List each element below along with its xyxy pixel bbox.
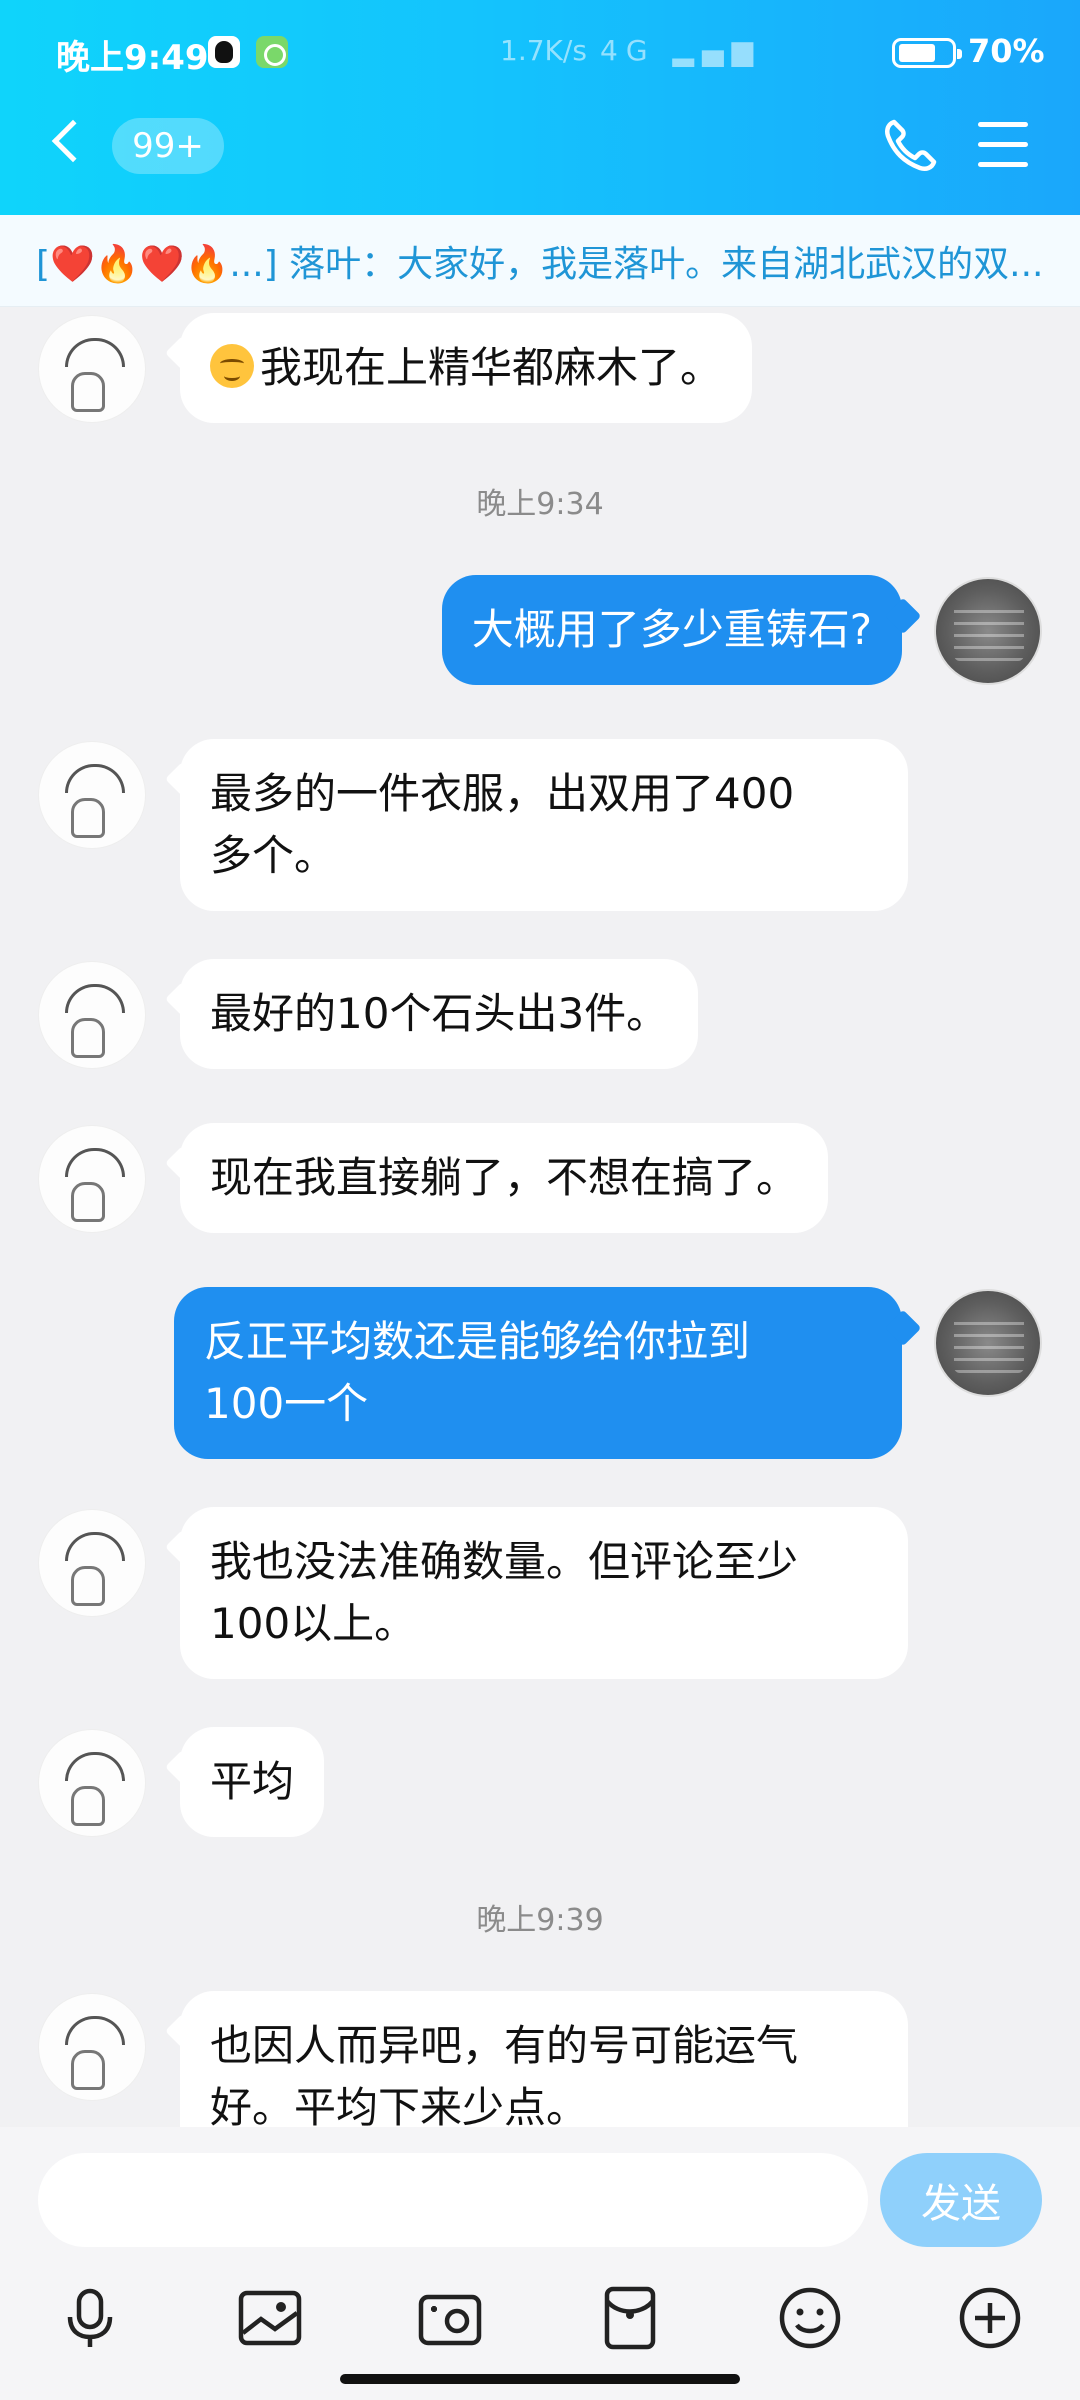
microphone-icon[interactable] bbox=[55, 2283, 125, 2353]
sender-avatar[interactable] bbox=[38, 741, 146, 849]
announcement-text: [❤️🔥❤️🔥...] 落叶：大家好，我是落叶。来自湖北武汉的双... bbox=[36, 244, 1044, 285]
message-bubble[interactable]: 我现在上精华都麻木了。 bbox=[180, 313, 753, 423]
network-speed: 1.7K/s bbox=[500, 34, 587, 67]
send-button[interactable]: 发送 bbox=[880, 2153, 1042, 2247]
plus-icon[interactable] bbox=[955, 2283, 1025, 2353]
sender-avatar[interactable] bbox=[38, 1125, 146, 1233]
camera-icon[interactable] bbox=[415, 2283, 485, 2353]
message-input[interactable] bbox=[38, 2153, 868, 2247]
status-bar: 晚上9:49 1.7K/s 4G ▂▄▆ 70% bbox=[0, 0, 1080, 100]
battery-percent: 70% bbox=[968, 32, 1045, 70]
app-notification-icon bbox=[256, 36, 288, 68]
group-announcement-banner[interactable]: [❤️🔥❤️🔥...] 落叶：大家好，我是落叶。来自湖北武汉的双... bbox=[0, 215, 1080, 307]
message-timestamp: 晚上9:34 bbox=[476, 487, 604, 522]
sender-avatar[interactable] bbox=[38, 961, 146, 1069]
message-bubble[interactable]: 平均 bbox=[180, 1727, 325, 1837]
battery-icon bbox=[892, 38, 962, 68]
sender-avatar[interactable] bbox=[38, 315, 146, 423]
sender-avatar[interactable] bbox=[38, 1509, 146, 1617]
phone-icon[interactable] bbox=[880, 116, 940, 176]
message-list[interactable]: 我现在上精华都麻木了。 晚上9:34 大概用了多少重铸石? 最多的一件衣服，出双… bbox=[0, 307, 1080, 2127]
chat-header: 晚上9:49 1.7K/s 4G ▂▄▆ 70% 99+ bbox=[0, 0, 1080, 215]
network-type: 4G bbox=[600, 34, 656, 67]
message-bubble[interactable]: 也因人而异吧，有的号可能运气 好。平均下来少点。 bbox=[180, 1991, 908, 2127]
status-time: 晚上9:49 bbox=[56, 38, 209, 78]
message-bubble[interactable]: 最好的10个石头出3件。 bbox=[180, 959, 699, 1069]
composer-toolbar bbox=[0, 2283, 1080, 2363]
sender-avatar[interactable] bbox=[38, 1993, 146, 2101]
my-avatar[interactable] bbox=[934, 577, 1042, 685]
message-timestamp: 晚上9:39 bbox=[476, 1903, 604, 1938]
red-packet-icon[interactable] bbox=[595, 2283, 665, 2353]
emoji-icon[interactable] bbox=[775, 2283, 845, 2353]
message-bubble[interactable]: 我也没法准确数量。但评论至少 100以上。 bbox=[180, 1507, 908, 1679]
qq-notification-icon bbox=[208, 36, 240, 68]
message-bubble[interactable]: 最多的一件衣服，出双用了400 多个。 bbox=[180, 739, 908, 911]
menu-icon[interactable] bbox=[978, 122, 1028, 168]
home-indicator[interactable] bbox=[340, 2374, 740, 2384]
composer: 发送 bbox=[0, 2127, 1080, 2400]
message-bubble[interactable]: 反正平均数还是能够给你拉到 100一个 bbox=[174, 1287, 902, 1459]
message-bubble[interactable]: 大概用了多少重铸石? bbox=[441, 575, 902, 685]
my-avatar[interactable] bbox=[934, 1289, 1042, 1397]
unread-count-badge[interactable]: 99+ bbox=[112, 118, 224, 174]
sender-avatar[interactable] bbox=[38, 1729, 146, 1837]
emoji-face-icon bbox=[210, 344, 254, 388]
signal-icon: 4G ▂▄▆ bbox=[600, 34, 762, 67]
message-bubble[interactable]: 现在我直接躺了，不想在搞了。 bbox=[180, 1123, 829, 1233]
back-arrow-icon[interactable] bbox=[51, 119, 95, 163]
image-icon[interactable] bbox=[235, 2283, 305, 2353]
